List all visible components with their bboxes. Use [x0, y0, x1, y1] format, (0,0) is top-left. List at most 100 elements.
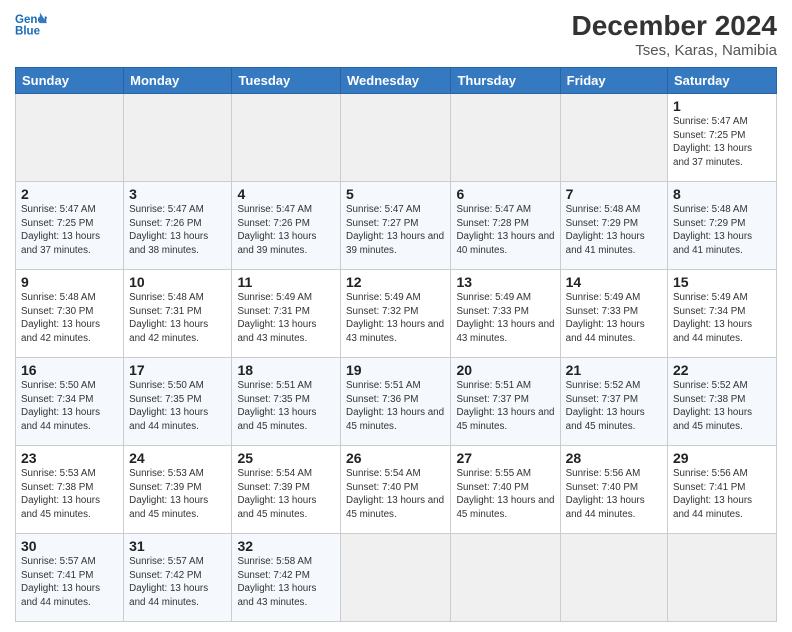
- day-info: Sunrise: 5:48 AMSunset: 7:29 PMDaylight:…: [566, 203, 662, 258]
- daylight-info: Daylight: 13 hours and 40 minutes.: [456, 231, 554, 256]
- day-number: 15: [673, 274, 771, 290]
- day-info: Sunrise: 5:49 AMSunset: 7:32 PMDaylight:…: [346, 291, 445, 346]
- sunset-time: Sunset: 7:40 PM: [566, 482, 638, 493]
- page-subtitle: Tses, Karas, Namibia: [572, 42, 777, 59]
- sunset-time: Sunset: 7:33 PM: [566, 306, 638, 317]
- sunset-time: Sunset: 7:38 PM: [673, 394, 745, 405]
- sunset-time: Sunset: 7:25 PM: [21, 218, 93, 229]
- day-info: Sunrise: 5:47 AMSunset: 7:25 PMDaylight:…: [673, 115, 771, 170]
- daylight-info: Daylight: 13 hours and 44 minutes.: [673, 319, 752, 344]
- sunset-time: Sunset: 7:42 PM: [237, 570, 309, 581]
- day-info: Sunrise: 5:53 AMSunset: 7:39 PMDaylight:…: [129, 467, 226, 522]
- day-number: 19: [346, 362, 445, 378]
- sunset-time: Sunset: 7:37 PM: [566, 394, 638, 405]
- day-info: Sunrise: 5:51 AMSunset: 7:36 PMDaylight:…: [346, 379, 445, 434]
- sunset-time: Sunset: 7:25 PM: [673, 130, 745, 141]
- calendar-day-cell: 20Sunrise: 5:51 AMSunset: 7:37 PMDayligh…: [451, 358, 560, 446]
- calendar-day-cell: 12Sunrise: 5:49 AMSunset: 7:32 PMDayligh…: [341, 270, 451, 358]
- sunset-time: Sunset: 7:31 PM: [129, 306, 201, 317]
- sunset-time: Sunset: 7:40 PM: [346, 482, 418, 493]
- day-info: Sunrise: 5:48 AM Sunset: 7:29 PM Daylight:…: [673, 203, 771, 258]
- calendar-empty-cell: [560, 94, 667, 182]
- sunset-time: Sunset: 7:29 PM: [673, 218, 745, 229]
- daylight-info: Daylight: 13 hours and 45 minutes.: [566, 407, 645, 432]
- day-number: 17: [129, 362, 226, 378]
- day-info: Sunrise: 5:56 AM Sunset: 7:40 PM Daylight:…: [566, 467, 662, 522]
- sunset-time: Sunset: 7:41 PM: [21, 570, 93, 581]
- day-number: 6: [456, 186, 554, 202]
- calendar-empty-cell: [341, 534, 451, 622]
- col-wednesday: Wednesday: [341, 68, 451, 94]
- sunrise-time: Sunrise: 5:48 AM: [673, 204, 748, 215]
- sunset-time: Sunset: 7:35 PM: [129, 394, 201, 405]
- day-info: Sunrise: 5:49 AMSunset: 7:31 PMDaylight:…: [237, 291, 335, 346]
- daylight-info: Daylight: 13 hours and 41 minutes.: [673, 231, 752, 256]
- calendar-day-cell: 14Sunrise: 5:49 AMSunset: 7:33 PMDayligh…: [560, 270, 667, 358]
- calendar-day-cell: 7Sunrise: 5:48 AMSunset: 7:29 PMDaylight…: [560, 182, 667, 270]
- daylight-info: Daylight: 13 hours and 38 minutes.: [129, 231, 208, 256]
- col-monday: Monday: [124, 68, 232, 94]
- calendar-day-cell: 1Sunrise: 5:47 AMSunset: 7:25 PMDaylight…: [668, 94, 777, 182]
- day-number: 4: [237, 186, 335, 202]
- day-number: 28: [566, 450, 662, 466]
- sunrise-time: Sunrise: 5:56 AM: [673, 468, 748, 479]
- day-info: Sunrise: 5:49 AMSunset: 7:33 PMDaylight:…: [456, 291, 554, 346]
- calendar-empty-cell: [16, 94, 124, 182]
- calendar-empty-cell: [451, 534, 560, 622]
- day-number: 5: [346, 186, 445, 202]
- sunset-time: Sunset: 7:42 PM: [129, 570, 201, 581]
- calendar-day-cell: 11Sunrise: 5:49 AMSunset: 7:31 PMDayligh…: [232, 270, 341, 358]
- title-block: December 2024 Tses, Karas, Namibia: [572, 10, 777, 59]
- calendar-day-cell: 4Sunrise: 5:47 AMSunset: 7:26 PMDaylight…: [232, 182, 341, 270]
- day-info: Sunrise: 5:48 AMSunset: 7:31 PMDaylight:…: [129, 291, 226, 346]
- sunrise-time: Sunrise: 5:58 AM: [237, 556, 312, 567]
- sunrise-time: Sunrise: 5:47 AM: [129, 204, 204, 215]
- sunset-time: Sunset: 7:31 PM: [237, 306, 309, 317]
- daylight-info: Daylight: 13 hours and 45 minutes.: [237, 495, 316, 520]
- sunset-time: Sunset: 7:26 PM: [129, 218, 201, 229]
- sunrise-time: Sunrise: 5:50 AM: [21, 380, 96, 391]
- day-info: Sunrise: 5:52 AMSunset: 7:37 PMDaylight:…: [566, 379, 662, 434]
- calendar-empty-cell: [124, 94, 232, 182]
- day-number: 8: [673, 186, 771, 202]
- sunset-time: Sunset: 7:37 PM: [456, 394, 528, 405]
- sunrise-time: Sunrise: 5:49 AM: [673, 292, 748, 303]
- daylight-info: Daylight: 13 hours and 45 minutes.: [21, 495, 100, 520]
- day-number: 20: [456, 362, 554, 378]
- day-info: Sunrise: 5:49 AMSunset: 7:34 PMDaylight:…: [673, 291, 771, 346]
- day-number: 1: [673, 98, 771, 114]
- daylight-info: Daylight: 13 hours and 44 minutes.: [566, 495, 645, 520]
- calendar-empty-cell: [668, 534, 777, 622]
- page-container: General Blue December 2024 Tses, Karas, …: [0, 0, 792, 632]
- header: General Blue December 2024 Tses, Karas, …: [15, 10, 777, 59]
- calendar-day-cell: 16Sunrise: 5:50 AMSunset: 7:34 PMDayligh…: [16, 358, 124, 446]
- sunset-time: Sunset: 7:26 PM: [237, 218, 309, 229]
- day-number: 10: [129, 274, 226, 290]
- day-number: 16: [21, 362, 118, 378]
- calendar-empty-cell: [451, 94, 560, 182]
- sunrise-time: Sunrise: 5:55 AM: [456, 468, 531, 479]
- day-info: Sunrise: 5:47 AMSunset: 7:27 PMDaylight:…: [346, 203, 445, 258]
- daylight-info: Daylight: 13 hours and 43 minutes.: [346, 319, 444, 344]
- daylight-info: Daylight: 13 hours and 43 minutes.: [237, 319, 316, 344]
- sunset-time: Sunset: 7:32 PM: [346, 306, 418, 317]
- day-info: Sunrise: 5:50 AMSunset: 7:35 PMDaylight:…: [129, 379, 226, 434]
- day-info: Sunrise: 5:56 AMSunset: 7:41 PMDaylight:…: [673, 467, 771, 522]
- calendar-week-row: 30Sunrise: 5:57 AMSunset: 7:41 PMDayligh…: [16, 534, 777, 622]
- day-info: Sunrise: 5:50 AMSunset: 7:34 PMDaylight:…: [21, 379, 118, 434]
- calendar-week-row: 1Sunrise: 5:47 AMSunset: 7:25 PMDaylight…: [16, 94, 777, 182]
- sunrise-time: Sunrise: 5:49 AM: [566, 292, 641, 303]
- calendar-empty-cell: [341, 94, 451, 182]
- daylight-info: Daylight: 13 hours and 43 minutes.: [456, 319, 554, 344]
- col-thursday: Thursday: [451, 68, 560, 94]
- sunrise-time: Sunrise: 5:47 AM: [21, 204, 96, 215]
- day-number: 31: [129, 538, 226, 554]
- sunset-time: Sunset: 7:39 PM: [237, 482, 309, 493]
- sunrise-time: Sunrise: 5:53 AM: [21, 468, 96, 479]
- daylight-info: Daylight: 13 hours and 45 minutes.: [346, 495, 444, 520]
- day-info: Sunrise: 5:51 AMSunset: 7:35 PMDaylight:…: [237, 379, 335, 434]
- sunrise-time: Sunrise: 5:56 AM: [566, 468, 641, 479]
- day-number: 13: [456, 274, 554, 290]
- sunset-time: Sunset: 7:39 PM: [129, 482, 201, 493]
- day-number: 11: [237, 274, 335, 290]
